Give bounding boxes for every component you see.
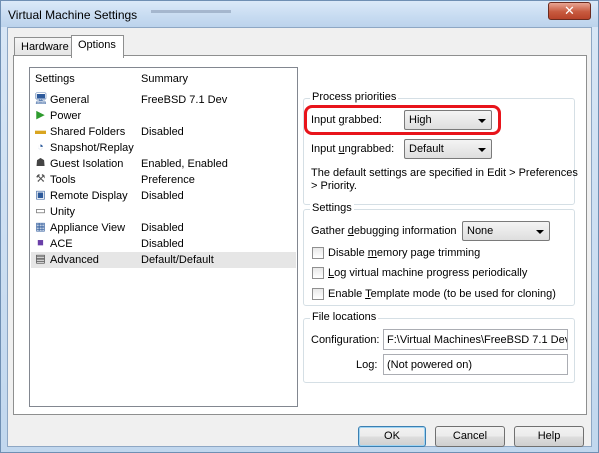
column-summary[interactable]: Summary (141, 73, 188, 85)
template-mode-checkbox[interactable] (312, 288, 324, 300)
list-item-power[interactable]: ▶ Power (31, 108, 296, 124)
title-bar[interactable]: Virtual Machine Settings ▬▬▬▬▬ ▬▬▬ ✕ (1, 1, 598, 27)
input-ungrabbed-value: Default (409, 143, 444, 155)
group-title-process-priorities: Process priorities (310, 91, 399, 103)
snapshot-icon: ◔ (37, 141, 44, 153)
list-item-summary: Disabled (141, 190, 184, 202)
tab-options[interactable]: Options (71, 35, 124, 58)
person-icon: ☗ (35, 157, 46, 169)
ok-button-label: OK (384, 430, 400, 442)
log-progress-checkbox[interactable] (312, 267, 324, 279)
chevron-down-icon (478, 119, 486, 123)
priority-note-line2: > Priority. (311, 180, 357, 192)
disable-memory-trimming-label[interactable]: Disable memory page trimming (328, 247, 480, 259)
list-item-summary: Enabled, Enabled (141, 158, 228, 170)
input-grabbed-select[interactable]: High (404, 110, 492, 130)
cancel-button-label: Cancel (452, 430, 488, 442)
list-item-name: ACE (50, 238, 73, 250)
gather-debugging-label: Gather debugging information (311, 225, 457, 237)
chevron-down-icon (536, 230, 544, 234)
monitor-icon: 🖥 (34, 93, 48, 105)
list-item-name: Advanced (50, 254, 99, 266)
list-item-name: Power (50, 110, 82, 122)
configuration-label: Configuration: (311, 334, 380, 346)
group-title-file-locations: File locations (310, 311, 379, 323)
gather-debugging-value: None (467, 225, 494, 237)
log-path-field[interactable]: (Not powered on) (383, 354, 568, 375)
help-button-label: Help (537, 430, 561, 442)
list-item-advanced[interactable]: ▤ Advanced Default/Default (31, 252, 296, 268)
play-icon: ▶ (36, 109, 45, 121)
list-item-tools[interactable]: ⚒ Tools Preference (31, 172, 296, 188)
appliance-icon: ▦ (35, 221, 46, 233)
list-item-snapshot-replay[interactable]: ◔ Snapshot/Replay (31, 140, 296, 156)
input-ungrabbed-select[interactable]: Default (404, 139, 492, 159)
list-item-name: Shared Folders (50, 126, 126, 138)
settings-list[interactable]: Settings Summary 🖥 General FreeBSD 7.1 D… (29, 67, 298, 407)
list-item-remote-display[interactable]: ▣ Remote Display Disabled (31, 188, 296, 204)
input-grabbed-label: Input grabbed: (311, 114, 382, 126)
list-item-guest-isolation[interactable]: ☗ Guest Isolation Enabled, Enabled (31, 156, 296, 172)
list-item-name: Appliance View (50, 222, 126, 234)
dialog-client: Hardware Options Settings Summary 🖥 Gene… (7, 27, 592, 447)
list-item-summary: Preference (141, 174, 195, 186)
tab-options-label: Options (78, 39, 116, 51)
unity-icon: ▭ (35, 205, 46, 217)
list-item-summary: Disabled (141, 222, 184, 234)
close-icon: ✕ (564, 3, 575, 18)
chevron-down-icon (478, 148, 486, 152)
column-settings[interactable]: Settings (35, 73, 75, 85)
configuration-path-field[interactable]: F:\Virtual Machines\FreeBSD 7.1 Dev\F (383, 329, 568, 350)
tab-hardware-label: Hardware (21, 41, 69, 53)
disable-memory-trimming-checkbox[interactable] (312, 247, 324, 259)
gather-debugging-select[interactable]: None (462, 221, 550, 241)
log-path-value: (Not powered on) (387, 359, 472, 371)
list-item-shared-folders[interactable]: ▬ Shared Folders Disabled (31, 124, 296, 140)
list-item-appliance-view[interactable]: ▦ Appliance View Disabled (31, 220, 296, 236)
list-item-summary: Disabled (141, 238, 184, 250)
list-item-name: Guest Isolation (50, 158, 124, 170)
display-icon: ▣ (35, 189, 46, 201)
ace-icon: ■ (37, 237, 44, 249)
background-menu-ghost-2: ▬▬▬ (201, 5, 231, 16)
template-mode-label[interactable]: Enable Template mode (to be used for clo… (328, 288, 556, 300)
priority-note-line1: The default settings are specified in Ed… (311, 167, 578, 179)
cancel-button[interactable]: Cancel (435, 426, 505, 447)
tools-icon: ⚒ (35, 173, 46, 185)
list-header: Settings Summary (30, 68, 297, 88)
help-button[interactable]: Help (514, 426, 584, 447)
options-panel: Settings Summary 🖥 General FreeBSD 7.1 D… (13, 55, 587, 415)
group-title-settings: Settings (310, 202, 354, 214)
input-ungrabbed-label: Input ungrabbed: (311, 143, 395, 155)
ok-button[interactable]: OK (358, 426, 426, 447)
close-button[interactable]: ✕ (548, 2, 591, 20)
list-item-name: Unity (50, 206, 76, 218)
list-item-name: Tools (50, 174, 76, 186)
dialog-window: Virtual Machine Settings ▬▬▬▬▬ ▬▬▬ ✕ Har… (0, 0, 599, 453)
list-item-summary: Default/Default (141, 254, 214, 266)
background-menu-ghost: ▬▬▬▬▬ (151, 5, 201, 16)
log-label: Log: (356, 359, 378, 371)
input-grabbed-value: High (409, 114, 432, 126)
folder-icon: ▬ (35, 125, 46, 137)
list-item-name: General (50, 94, 90, 106)
list-item-general[interactable]: 🖥 General FreeBSD 7.1 Dev (31, 92, 296, 108)
list-item-unity[interactable]: ▭ Unity (31, 204, 296, 220)
list-item-name: Remote Display (50, 190, 128, 202)
list-item-summary: FreeBSD 7.1 Dev (141, 94, 228, 106)
list-item-name: Snapshot/Replay (50, 142, 134, 154)
configuration-path-value: F:\Virtual Machines\FreeBSD 7.1 Dev\F (387, 334, 568, 346)
advanced-icon: ▤ (35, 253, 46, 265)
window-title: Virtual Machine Settings (8, 8, 138, 22)
list-item-summary: Disabled (141, 126, 184, 138)
list-item-ace[interactable]: ■ ACE Disabled (31, 236, 296, 252)
log-progress-label[interactable]: Log virtual machine progress periodicall… (328, 267, 527, 279)
